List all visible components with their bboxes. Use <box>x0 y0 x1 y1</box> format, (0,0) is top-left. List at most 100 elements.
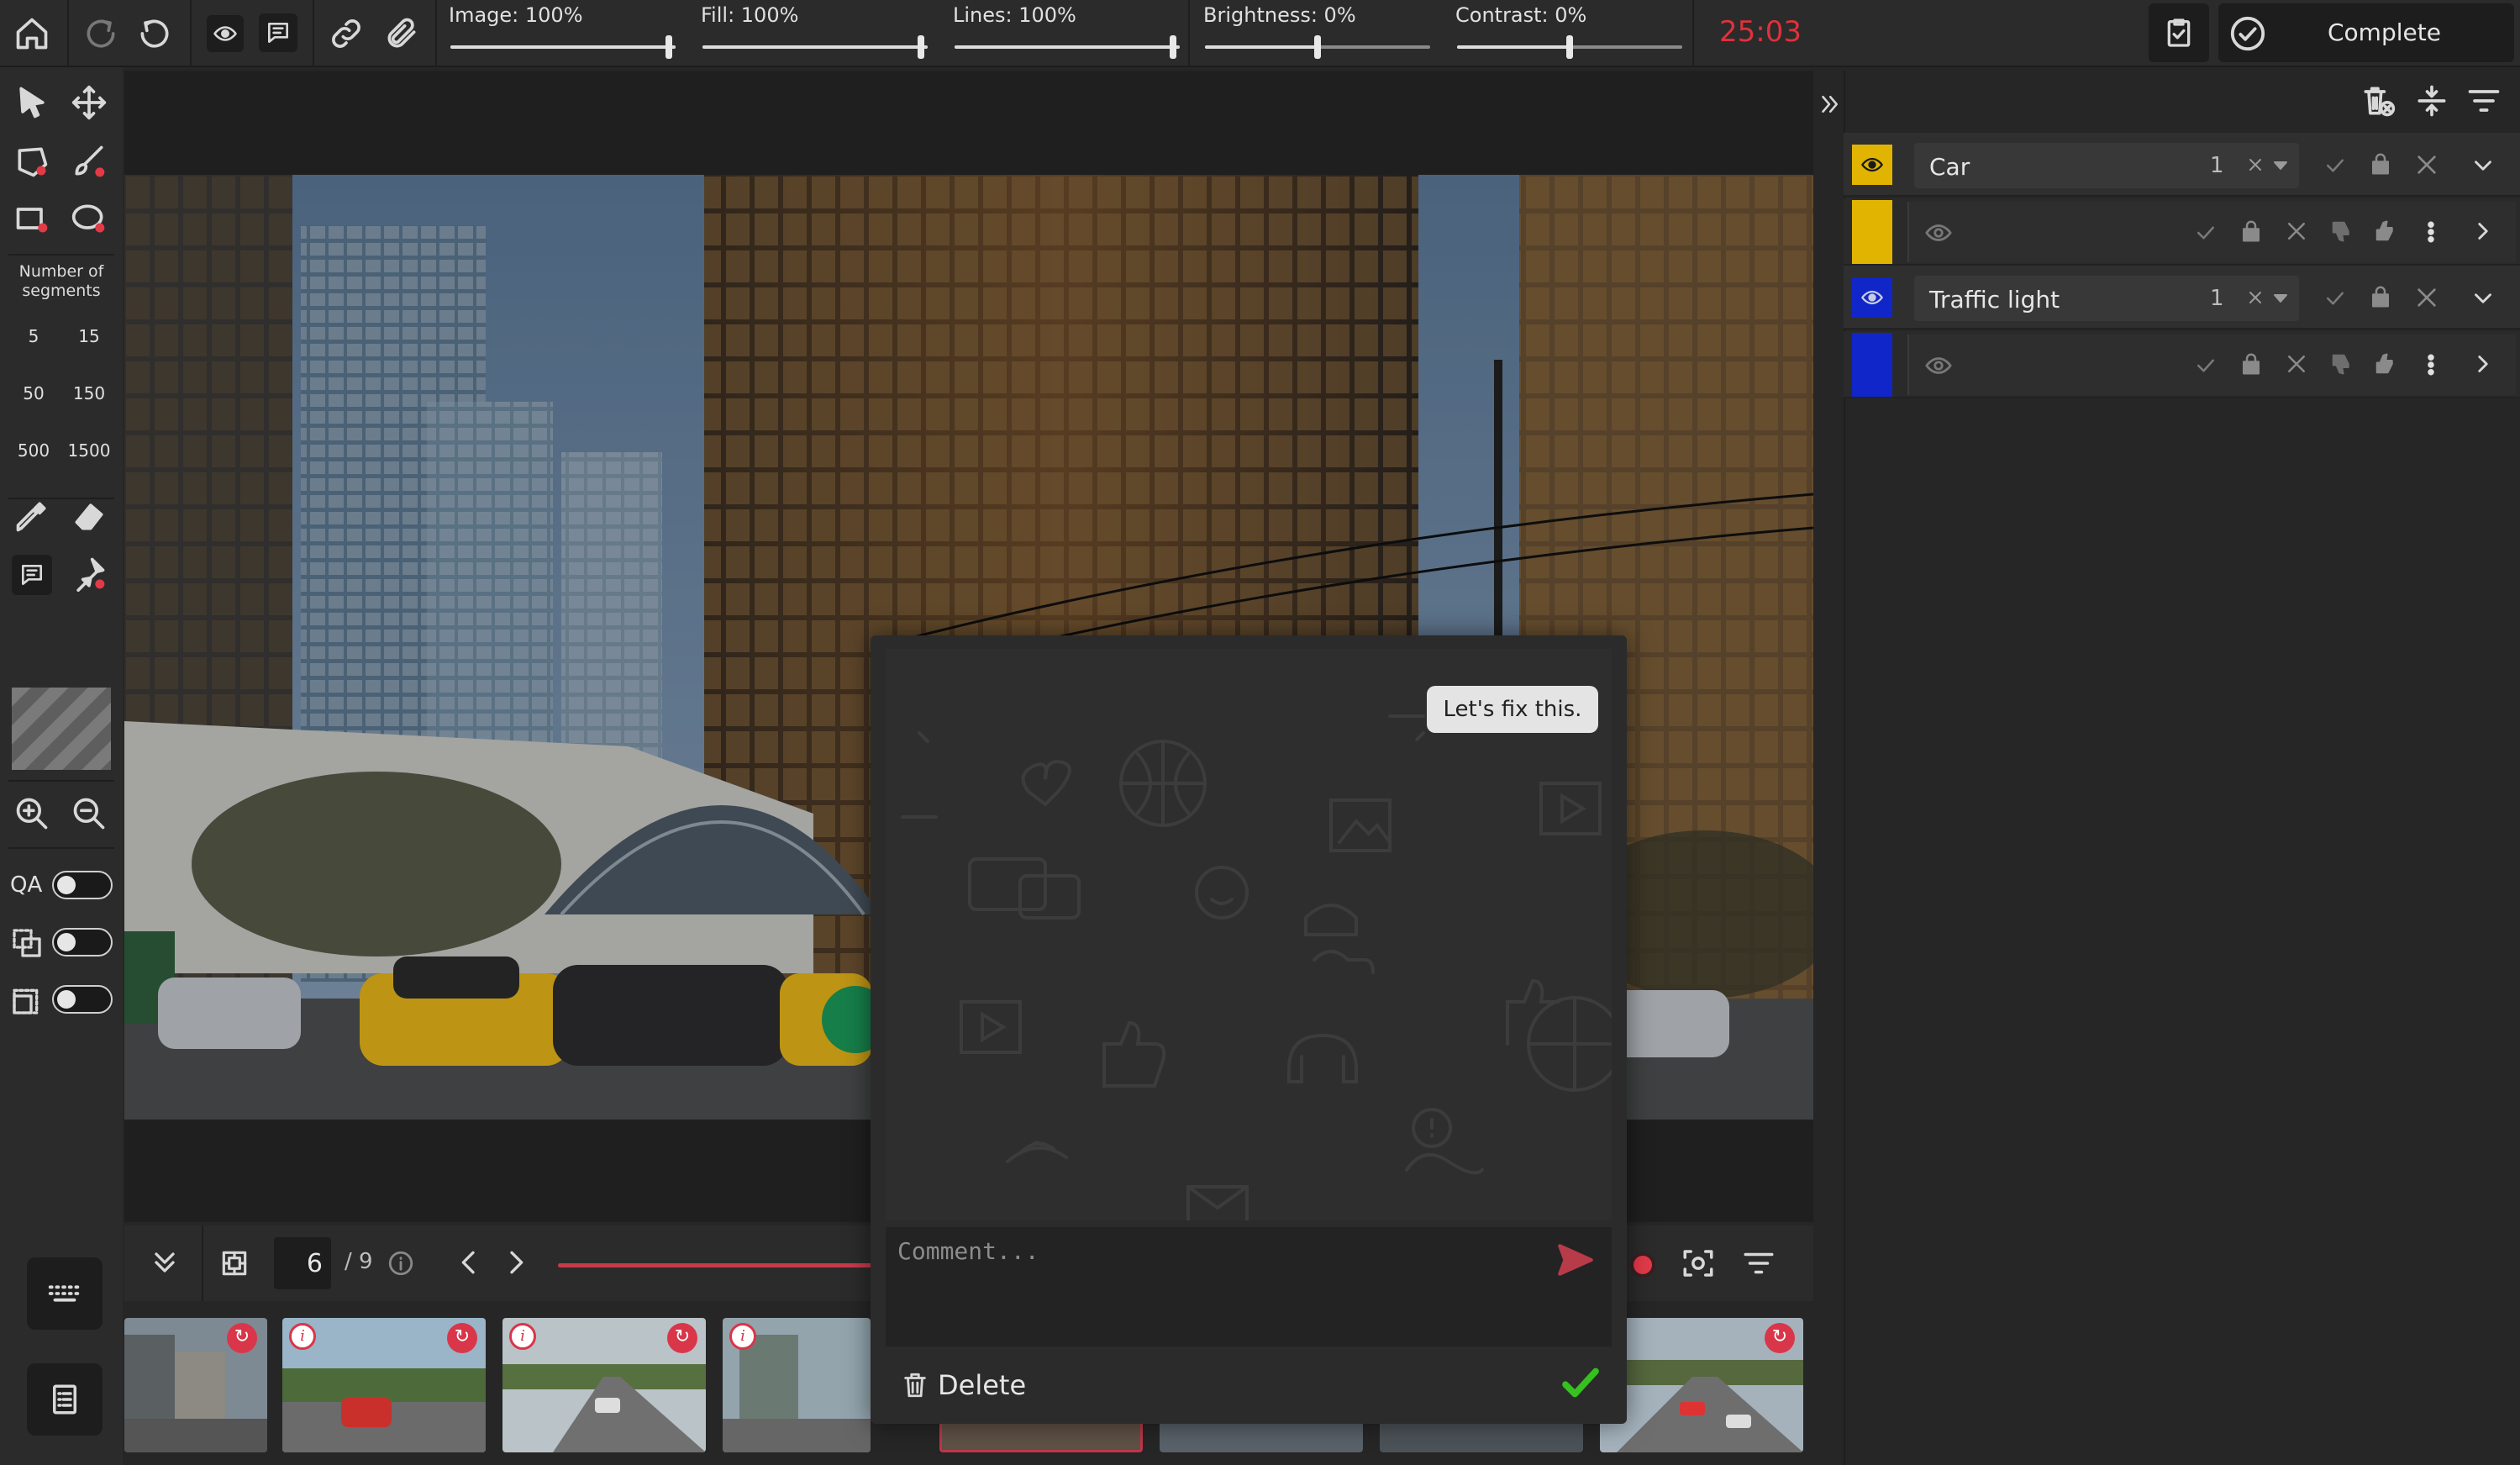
check-icon[interactable] <box>2323 153 2348 178</box>
lines-opacity-slider[interactable] <box>955 35 1180 59</box>
capture-icon[interactable] <box>1681 1246 1716 1281</box>
info-badge-icon[interactable]: i <box>729 1323 756 1350</box>
delete-all-icon[interactable] <box>2360 82 2396 119</box>
previous-frame-icon[interactable] <box>452 1246 486 1279</box>
slider-handle[interactable] <box>918 35 924 59</box>
collapse-all-icon[interactable] <box>2413 82 2450 119</box>
chevron-right-icon[interactable] <box>2469 350 2497 378</box>
frame-thumbnail[interactable]: ↻ <box>1600 1318 1803 1452</box>
chevron-right-icon[interactable] <box>2469 217 2497 245</box>
keyboard-shortcuts-button[interactable] <box>27 1257 103 1330</box>
segment-option[interactable]: 150 <box>64 383 114 403</box>
ellipse-tool-icon[interactable] <box>71 200 108 237</box>
send-icon[interactable] <box>1555 1239 1597 1281</box>
pin-tool-icon[interactable] <box>71 555 108 592</box>
frame-grid-icon[interactable] <box>218 1247 250 1279</box>
check-icon[interactable] <box>2323 286 2348 311</box>
zoom-in-icon[interactable] <box>13 795 50 832</box>
fill-opacity-slider[interactable] <box>702 35 928 59</box>
collapse-down-icon[interactable] <box>148 1246 182 1279</box>
crop-region-icon[interactable] <box>10 983 44 1017</box>
annotation-list-button[interactable] <box>27 1363 103 1436</box>
fill-pattern-swatch[interactable] <box>12 688 111 770</box>
info-badge-icon[interactable]: i <box>289 1323 316 1350</box>
more-vertical-icon[interactable] <box>2418 350 2444 380</box>
next-frame-icon[interactable] <box>499 1246 533 1279</box>
qa-toggle[interactable] <box>52 871 113 899</box>
eye-icon[interactable] <box>1924 351 1953 380</box>
class-color-swatch[interactable] <box>1852 133 1892 197</box>
undo-icon[interactable] <box>82 15 119 52</box>
refresh-badge-icon[interactable]: ↻ <box>227 1323 257 1353</box>
close-icon[interactable] <box>2284 219 2309 244</box>
instance-row-car[interactable] <box>1844 198 2520 266</box>
delete-comment-button[interactable]: Delete <box>901 1362 1026 1409</box>
brightness-slider[interactable] <box>1205 35 1430 59</box>
polygon-tool-icon[interactable] <box>13 143 50 180</box>
box-tool-icon[interactable] <box>13 200 50 237</box>
segment-option[interactable]: 50 <box>8 383 59 403</box>
frame-thumbnail[interactable]: i ↻ <box>282 1318 486 1452</box>
dropdown-caret-icon[interactable] <box>2270 155 2291 175</box>
comment-input[interactable] <box>886 1227 1612 1346</box>
check-icon[interactable] <box>2193 220 2218 245</box>
select-arrow-icon[interactable] <box>13 84 50 121</box>
chevron-down-icon[interactable] <box>2469 151 2497 180</box>
refresh-badge-icon[interactable]: ↻ <box>667 1323 697 1353</box>
attach-icon[interactable] <box>383 15 420 52</box>
frame-thumbnail[interactable]: i ↻ <box>502 1318 706 1452</box>
link-icon[interactable] <box>328 15 365 52</box>
eye-icon[interactable] <box>1860 286 1884 309</box>
class-color-swatch[interactable] <box>1852 266 1892 329</box>
slider-handle[interactable] <box>1170 35 1176 59</box>
clear-icon[interactable] <box>2245 155 2265 175</box>
record-indicator[interactable] <box>1630 1252 1655 1278</box>
crop-toggle[interactable] <box>52 985 113 1014</box>
class-name-field[interactable]: Traffic light 1 <box>1914 276 2299 321</box>
image-opacity-slider[interactable] <box>450 35 676 59</box>
close-icon[interactable] <box>2413 151 2440 178</box>
segment-option[interactable]: 1500 <box>64 440 114 461</box>
thumbs-up-icon[interactable] <box>2373 219 2398 244</box>
sort-filter-icon[interactable] <box>2465 82 2502 119</box>
thumbs-up-icon[interactable] <box>2373 351 2398 377</box>
contrast-slider[interactable] <box>1457 35 1682 59</box>
home-icon[interactable] <box>13 15 50 52</box>
more-vertical-icon[interactable] <box>2418 217 2444 247</box>
filter-icon[interactable] <box>1741 1246 1776 1281</box>
frame-thumbnail[interactable]: ↻ <box>124 1318 267 1452</box>
segment-option[interactable]: 15 <box>64 326 114 346</box>
class-row-car[interactable]: Car 1 <box>1844 133 2520 197</box>
segment-option[interactable]: 5 <box>8 326 59 346</box>
thumbs-down-icon[interactable] <box>2329 351 2354 377</box>
comment-tool-icon[interactable] <box>12 555 52 595</box>
eyedropper-icon[interactable] <box>13 498 50 535</box>
check-icon[interactable] <box>2193 353 2218 378</box>
lock-icon[interactable] <box>2239 219 2264 244</box>
slider-handle[interactable] <box>666 35 672 59</box>
clear-icon[interactable] <box>2245 287 2265 308</box>
slider-handle[interactable] <box>1314 35 1321 59</box>
segment-option[interactable]: 500 <box>8 440 59 461</box>
instance-row-traffic-light[interactable] <box>1844 331 2520 398</box>
lock-icon[interactable] <box>2368 151 2393 177</box>
task-checklist-button[interactable] <box>2149 3 2209 62</box>
brush-tool-icon[interactable] <box>71 143 108 180</box>
dropdown-caret-icon[interactable] <box>2270 287 2291 308</box>
frame-number-input[interactable]: 6 <box>274 1237 331 1289</box>
eraser-icon[interactable] <box>71 498 108 535</box>
chevron-down-icon[interactable] <box>2469 284 2497 313</box>
eye-icon[interactable] <box>207 15 244 52</box>
lock-icon[interactable] <box>2368 284 2393 309</box>
move-icon[interactable] <box>71 84 108 121</box>
redo-icon[interactable] <box>136 15 173 52</box>
complete-button[interactable]: Complete <box>2218 3 2514 62</box>
class-name-field[interactable]: Car 1 <box>1914 143 2299 188</box>
info-badge-icon[interactable]: i <box>509 1323 536 1350</box>
lock-icon[interactable] <box>2239 351 2264 377</box>
eye-icon[interactable] <box>1860 153 1884 177</box>
close-icon[interactable] <box>2284 351 2309 377</box>
zoom-out-icon[interactable] <box>71 795 108 832</box>
info-icon[interactable] <box>387 1249 415 1278</box>
comment-icon[interactable] <box>259 13 297 52</box>
